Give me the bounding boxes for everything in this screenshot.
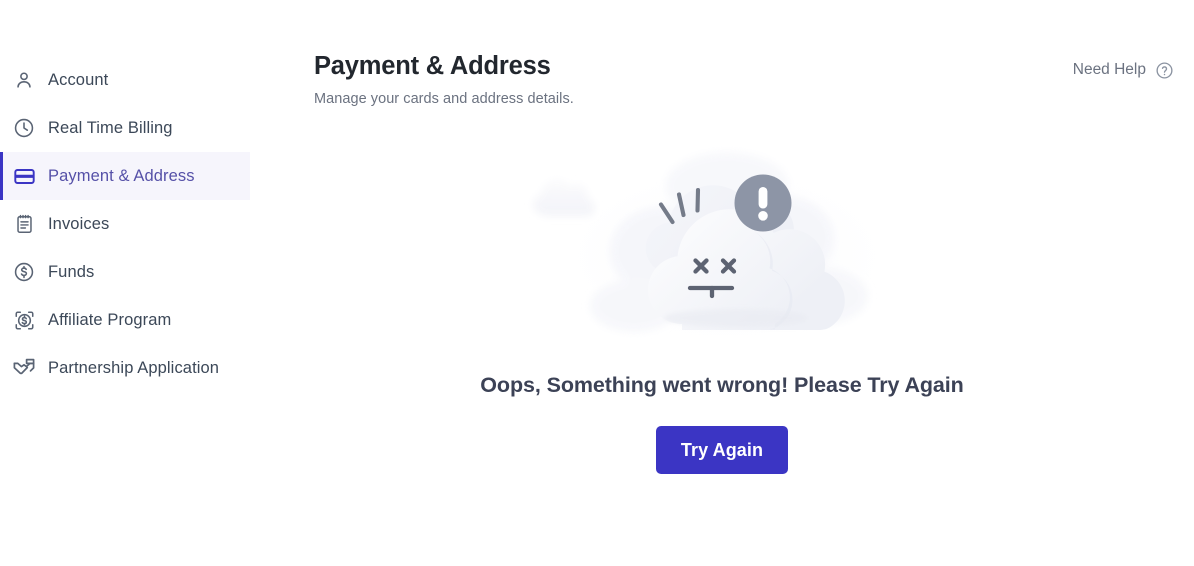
sidebar-item-invoices[interactable]: Invoices — [0, 200, 250, 248]
handshake-icon — [12, 356, 36, 380]
sidebar-item-funds[interactable]: Funds — [0, 248, 250, 296]
user-icon — [12, 68, 36, 92]
sidebar-item-label: Invoices — [48, 214, 110, 233]
need-help-label: Need Help — [1072, 61, 1146, 78]
sidebar: Account Real Time Billing Payment & Addr… — [0, 0, 250, 566]
page-subtitle: Manage your cards and address details. — [314, 91, 574, 108]
sidebar-item-label: Account — [48, 70, 109, 89]
main-content: Payment & Address Manage your cards and … — [250, 0, 1194, 566]
clock-icon — [12, 116, 36, 140]
app-root: Account Real Time Billing Payment & Addr… — [0, 0, 1194, 566]
error-state: Oops, Something went wrong! Please Try A… — [250, 146, 1194, 474]
question-circle-icon[interactable] — [1154, 60, 1174, 80]
page-header: Payment & Address Manage your cards and … — [250, 0, 1194, 107]
sidebar-item-label: Funds — [48, 262, 95, 281]
affiliate-icon — [12, 308, 36, 332]
sidebar-item-label: Affiliate Program — [48, 310, 172, 329]
page-title: Payment & Address — [314, 52, 551, 80]
sad-cloud-error-illustration — [522, 146, 922, 351]
try-again-button[interactable]: Try Again — [656, 426, 788, 474]
page-header-text: Payment & Address Manage your cards and … — [314, 52, 574, 107]
sidebar-item-label: Partnership Application — [48, 358, 220, 377]
sidebar-item-affiliate-program[interactable]: Affiliate Program — [0, 296, 250, 344]
sidebar-item-partnership-application[interactable]: Partnership Application — [0, 344, 250, 392]
credit-card-icon — [12, 164, 36, 188]
error-message: Oops, Something went wrong! Please Try A… — [480, 373, 964, 397]
document-icon — [12, 212, 36, 236]
dollar-circle-icon — [12, 260, 36, 284]
sidebar-item-payment-address[interactable]: Payment & Address — [0, 152, 250, 200]
sidebar-item-label: Real Time Billing — [48, 118, 173, 137]
need-help-button[interactable]: Need Help — [1073, 60, 1174, 80]
sidebar-item-label: Payment & Address — [48, 166, 195, 185]
sidebar-item-account[interactable]: Account — [0, 56, 250, 104]
sidebar-item-real-time-billing[interactable]: Real Time Billing — [0, 104, 250, 152]
